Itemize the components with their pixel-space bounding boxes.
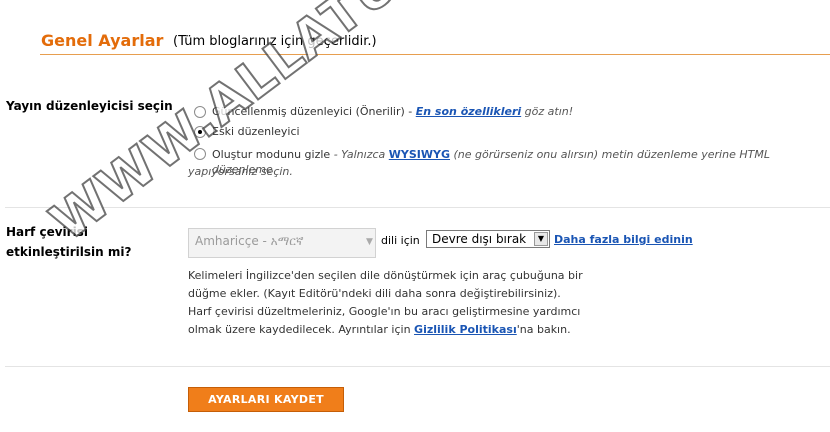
desc-line-1: Kelimeleri İngilizce'den seçilen dile dö… [188, 269, 583, 282]
desc-line-3: Harf çevirisi düzeltmeleriniz, Google'ın… [188, 305, 581, 318]
option-hide-compose-label: Oluştur modunu gizle [212, 148, 331, 161]
desc-line-4-pre: olmak üzere kaydedilecek. Ayrıntılar içi… [188, 323, 415, 336]
privacy-policy-link[interactable]: Gizlilik Politikası [414, 323, 517, 336]
desc-line-4-post: 'na bakın. [516, 323, 571, 336]
latest-features-link[interactable]: En son özellikleri [416, 105, 521, 118]
hide-compose-note-a: - Yalnızca [330, 148, 389, 161]
transliteration-select-value: Devre dışı bırak [432, 232, 527, 246]
transliteration-label-2: etkinleştirilsin mi? [6, 245, 132, 259]
desc-line-4: olmak üzere kaydedilecek. Ayrıntılar içi… [188, 321, 571, 339]
transliteration-select[interactable]: Devre dışı bırak ▼ [426, 230, 550, 248]
wysiwyg-link[interactable]: WYSIWYG [389, 148, 450, 161]
save-settings-button[interactable]: AYARLARI KAYDET [188, 387, 344, 412]
more-info-link[interactable]: Daha fazla bilgi edinin [554, 233, 693, 246]
editor-label: Yayın düzenleyicisi seçin [6, 99, 173, 113]
section-divider-2 [5, 366, 830, 367]
desc-line-2: düğme ekler. (Kayıt Editörü'ndeki dili d… [188, 287, 561, 300]
option-updated-editor-note: göz atın! [521, 105, 574, 118]
hide-compose-note-c: yapıyorsanız seçin. [188, 165, 293, 178]
language-suffix: dili için [381, 234, 420, 247]
page-title: Genel Ayarlar [41, 31, 164, 50]
chevron-down-icon: ▼ [366, 237, 373, 247]
dropdown-arrow-icon: ▼ [534, 232, 548, 246]
header-divider [40, 54, 830, 55]
language-value: Amharicçe - አማርኛ [195, 234, 304, 248]
option-hide-compose: Oluştur modunu gizle - Yalnızca WYSIWYG … [212, 147, 827, 177]
